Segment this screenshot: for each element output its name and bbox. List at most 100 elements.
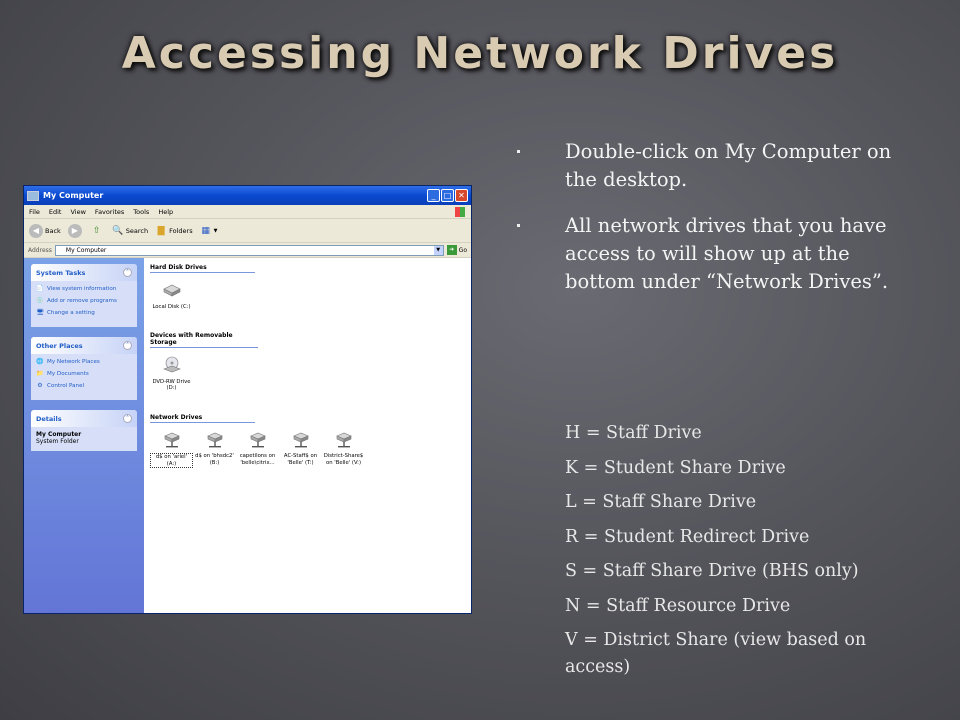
system-tasks-panel: System Tasks ⌃ 📄 View system information… (31, 264, 137, 327)
drive-letter-item: V = District Share (view based on access… (565, 630, 867, 677)
other-places-panel: Other Places ⌃ 🌐 My Network Places 📁 My … (31, 337, 137, 400)
settings-icon: 🖥 (36, 309, 44, 316)
hard-disk-section: Hard Disk Drives Local Disk (C:) (150, 264, 465, 310)
link-label: My Network Places (47, 359, 100, 365)
link-label: Change a setting (47, 310, 95, 316)
menu-file[interactable]: File (29, 208, 40, 216)
back-label: Back (45, 226, 61, 235)
drive-letter-item: H = Staff Drive (565, 423, 702, 443)
link-label: View system information (47, 286, 117, 292)
hard-disk-icon (162, 284, 181, 297)
drive-label: Local Disk (C:) (152, 303, 191, 310)
bullet-dot (517, 224, 520, 227)
my-documents-link[interactable]: 📁 My Documents (36, 370, 132, 378)
network-drive-item[interactable]: d$ on 'ariel' (A:) (150, 431, 193, 468)
file-view: Hard Disk Drives Local Disk (C:) Devices… (144, 258, 471, 613)
maximize-button[interactable]: □ (441, 189, 454, 202)
network-drive-icon (335, 432, 352, 447)
control-panel-link[interactable]: ⚙ Control Panel (36, 382, 132, 390)
folder-up-icon: ⇧ (93, 225, 101, 236)
system-tasks-title: System Tasks (36, 268, 86, 277)
link-label: My Documents (47, 371, 89, 377)
dvd-drive-item[interactable]: DVD-RW Drive (D:) (150, 356, 193, 392)
search-button[interactable]: 🔍 Search (112, 225, 148, 237)
bullet-text: Double-click on My Computer on the deskt… (565, 140, 892, 191)
menu-tools[interactable]: Tools (133, 208, 149, 216)
programs-icon: 💿 (36, 297, 44, 304)
change-setting-link[interactable]: 🖥 Change a setting (36, 309, 132, 317)
drive-letter-item: R = Student Redirect Drive (565, 526, 810, 547)
drive-label: AC-Staff$ on 'Belle' (T:) (283, 453, 318, 466)
details-type: System Folder (36, 438, 79, 445)
menu-view[interactable]: View (70, 208, 85, 216)
up-button[interactable]: ⇧ (91, 225, 105, 237)
folders-label: Folders (169, 226, 193, 235)
forward-arrow-icon: ▶ (67, 223, 82, 238)
drive-label: District-Share$ on 'Belle' (V:) (323, 453, 364, 466)
go-arrow-icon[interactable]: ➜ (446, 245, 457, 255)
toolbar: ◀ Back ▶ ⇧ 🔍 Search ▇ Folders ▦ ▼ (24, 219, 471, 243)
collapse-icon[interactable]: ⌃ (123, 341, 132, 350)
details-header[interactable]: Details ⌃ (31, 410, 137, 427)
back-arrow-icon: ◀ (29, 223, 43, 238)
address-bar: Address My Computer ▼ ➜ Go (24, 243, 471, 258)
network-icon: 🌐 (36, 358, 44, 365)
menu-bar: File Edit View Favorites Tools Help (24, 205, 471, 219)
search-icon: 🔍 (112, 225, 124, 236)
views-icon: ▦ (201, 225, 210, 236)
add-remove-programs-link[interactable]: 💿 Add or remove programs (36, 297, 132, 305)
collapse-icon[interactable]: ⌃ (123, 268, 132, 277)
network-drive-item[interactable]: District-Share$ on 'Belle' (V:) (322, 431, 365, 469)
bullet-item: Double-click on My Computer on the deskt… (515, 138, 915, 194)
bullet-list: Double-click on My Computer on the deskt… (515, 138, 915, 314)
bullet-item: All network drives that you have access … (515, 212, 915, 296)
dvd-drive-icon (162, 356, 181, 373)
network-drive-icon (292, 432, 309, 447)
window-titlebar[interactable]: My Computer _ □ ✕ (24, 186, 471, 205)
menu-favorites[interactable]: Favorites (95, 208, 124, 216)
view-system-info-link[interactable]: 📄 View system information (36, 285, 132, 293)
network-drive-item[interactable]: d$ on 'bhsdc2' (B:) (193, 431, 236, 469)
drive-label: d$ on 'bhsdc2' (B:) (195, 453, 234, 466)
dropdown-arrow-icon[interactable]: ▼ (433, 245, 443, 255)
local-disk-item[interactable]: Local Disk (C:) (150, 281, 193, 310)
back-button[interactable]: ◀ Back (29, 223, 61, 238)
collapse-icon[interactable]: ⌃ (123, 414, 132, 423)
address-input[interactable]: My Computer ▼ (54, 244, 444, 256)
bullet-dot (517, 150, 520, 153)
network-drive-icon (249, 432, 266, 447)
views-button[interactable]: ▦ ▼ (200, 225, 218, 237)
menu-help[interactable]: Help (158, 208, 173, 216)
search-label: Search (125, 226, 149, 235)
drive-label: DVD-RW Drive (D:) (152, 378, 191, 392)
folders-button[interactable]: ▇ Folders (155, 225, 193, 237)
other-places-title: Other Places (36, 341, 83, 350)
details-title: Details (36, 414, 62, 423)
network-drives-section: Network Drives d$ on 'ariel' (A:) d$ on … (150, 414, 465, 469)
drive-label: d$ on 'ariel' (A:) (150, 453, 193, 468)
network-drive-icon (163, 432, 180, 447)
control-panel-icon: ⚙ (37, 382, 43, 389)
drive-letter-item: S = Staff Share Drive (BHS only) (565, 561, 859, 581)
forward-button[interactable]: ▶ (67, 223, 84, 238)
menu-edit[interactable]: Edit (49, 208, 62, 216)
network-drive-item[interactable]: capetilons on 'belle\citrix... (236, 431, 279, 469)
chevron-down-icon: ▼ (213, 227, 218, 234)
go-button[interactable]: Go (459, 247, 467, 254)
link-label: Add or remove programs (47, 298, 117, 304)
section-header: Hard Disk Drives (150, 264, 255, 273)
task-pane: System Tasks ⌃ 📄 View system information… (24, 258, 144, 613)
folders-icon: ▇ (157, 225, 165, 236)
network-drive-item[interactable]: AC-Staff$ on 'Belle' (T:) (279, 431, 322, 469)
network-drive-icon (206, 432, 223, 447)
other-places-header[interactable]: Other Places ⌃ (31, 337, 137, 354)
my-network-places-link[interactable]: 🌐 My Network Places (36, 358, 132, 366)
address-value: My Computer (65, 246, 107, 254)
windows-logo-icon (455, 207, 465, 217)
close-button[interactable]: ✕ (455, 189, 468, 202)
drive-letter-item: N = Staff Resource Drive (565, 595, 791, 616)
minimize-button[interactable]: _ (427, 189, 440, 202)
section-header: Network Drives (150, 414, 255, 423)
system-tasks-header[interactable]: System Tasks ⌃ (31, 264, 137, 281)
computer-icon (27, 190, 39, 201)
